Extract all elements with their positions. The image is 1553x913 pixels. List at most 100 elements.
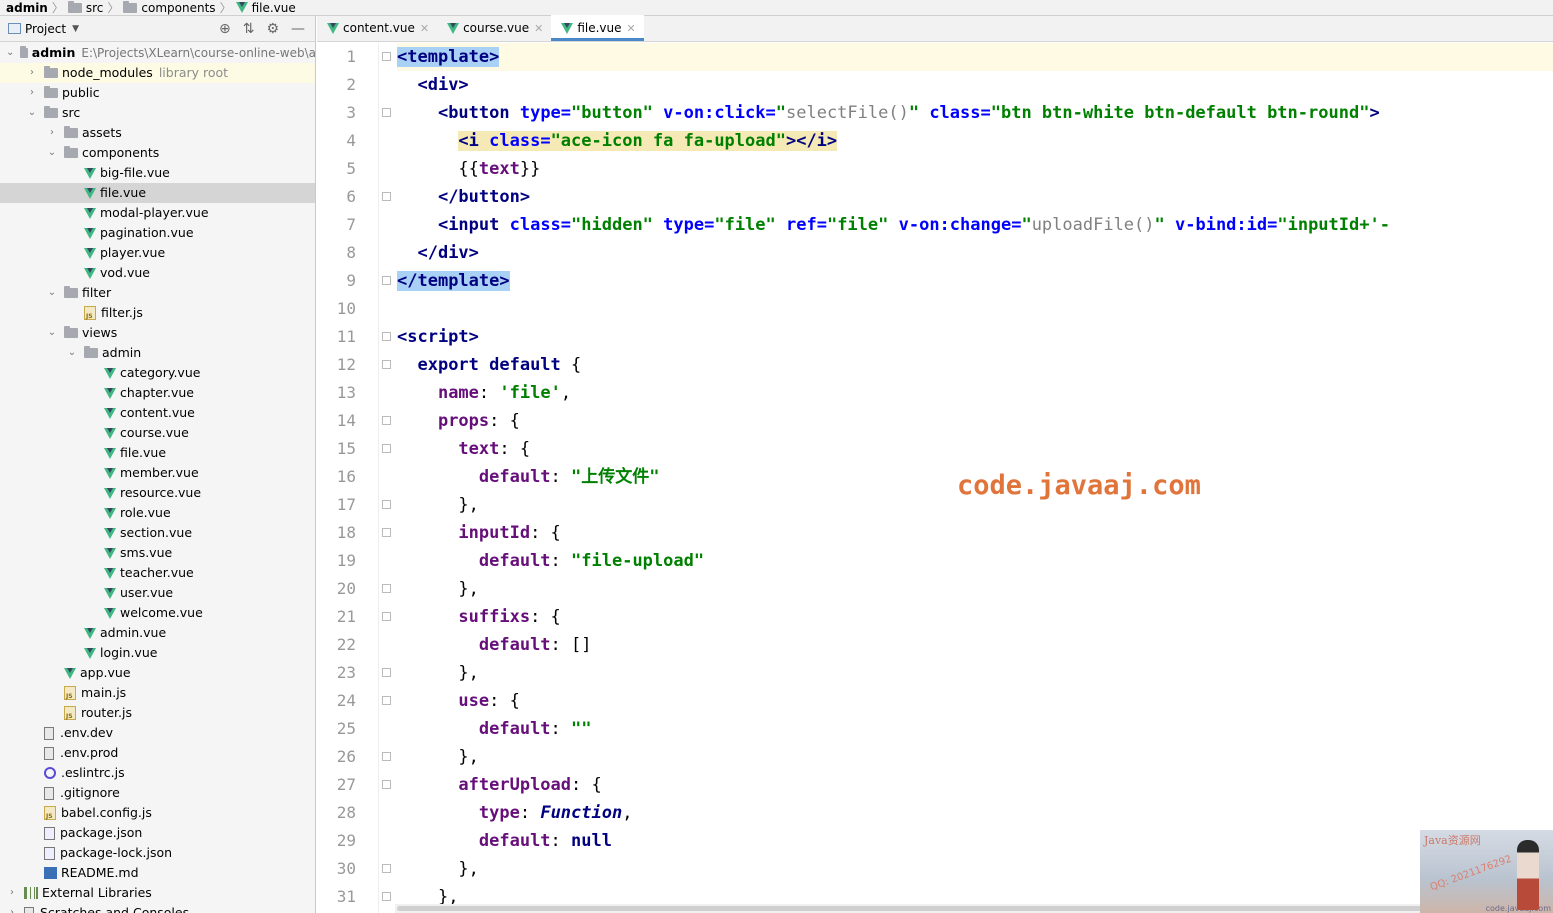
chevron-right-icon[interactable]: › [46, 123, 58, 143]
close-icon[interactable]: ✕ [627, 22, 636, 35]
tree-item[interactable]: .gitignore [0, 783, 315, 803]
breadcrumb-item[interactable]: file.vue [235, 1, 296, 15]
tree-item[interactable]: .eslintrc.js [0, 763, 315, 783]
tree-item[interactable]: ⌄ admin [0, 343, 315, 363]
tree-item[interactable]: › public [0, 83, 315, 103]
tree-item[interactable]: modal-player.vue [0, 203, 315, 223]
tree-item[interactable]: login.vue [0, 643, 315, 663]
tree-item[interactable]: ⌄ src [0, 103, 315, 123]
fold-marker-icon[interactable] [382, 528, 391, 537]
chevron-right-icon[interactable]: › [6, 883, 18, 903]
tree-item[interactable]: ⌄ filter [0, 283, 315, 303]
vue-file-icon [84, 187, 96, 199]
tree-item[interactable]: README.md [0, 863, 315, 883]
fold-marker-icon[interactable] [382, 864, 391, 873]
fold-marker-icon[interactable] [382, 892, 391, 901]
scrollbar-thumb[interactable] [397, 906, 1437, 911]
horizontal-scrollbar[interactable] [395, 904, 1553, 913]
collapse-all-icon[interactable]: ⇅ [243, 21, 255, 37]
tree-item[interactable]: section.vue [0, 523, 315, 543]
tree-item[interactable]: admin.vue [0, 623, 315, 643]
tree-item[interactable]: member.vue [0, 463, 315, 483]
fold-marker-icon[interactable] [382, 668, 391, 677]
line-number: 10 [336, 299, 356, 318]
chevron-down-icon[interactable]: ⌄ [46, 283, 58, 303]
locate-icon[interactable]: ⊕ [219, 21, 231, 37]
hide-panel-icon[interactable]: — [291, 21, 305, 37]
code-token: name [437, 383, 479, 403]
code-line: {{text}} [397, 155, 1553, 183]
tab-course[interactable]: course.vue ✕ [437, 15, 551, 41]
tree-item[interactable]: › External Libraries [0, 883, 315, 903]
fold-marker-icon[interactable] [382, 332, 391, 341]
code-token: default [478, 719, 551, 739]
tree-item[interactable]: pagination.vue [0, 223, 315, 243]
chevron-down-icon[interactable]: ⌄ [66, 343, 78, 363]
tree-item[interactable]: ⌄ views [0, 323, 315, 343]
tree-item[interactable]: player.vue [0, 243, 315, 263]
tree-item[interactable]: user.vue [0, 583, 315, 603]
tree-item[interactable]: content.vue [0, 403, 315, 423]
fold-marker-icon[interactable] [382, 108, 391, 117]
fold-marker-icon[interactable] [382, 52, 391, 61]
tree-item[interactable]: JS babel.config.js [0, 803, 315, 823]
tree-item[interactable]: file.vue [0, 443, 315, 463]
breadcrumb-item[interactable]: components [123, 0, 216, 15]
tree-item[interactable]: ⌄ admin E:\Projects\XLearn\course-online-w… [0, 43, 315, 63]
fold-marker-icon[interactable] [382, 584, 391, 593]
fold-marker-icon[interactable] [382, 416, 391, 425]
tree-item[interactable]: role.vue [0, 503, 315, 523]
tree-item[interactable]: .env.dev [0, 723, 315, 743]
breadcrumb-item[interactable]: admin [6, 1, 48, 15]
tree-item[interactable]: › Scratches and Consoles [0, 903, 315, 913]
tree-item[interactable]: resource.vue [0, 483, 315, 503]
chevron-down-icon[interactable]: ⌄ [26, 103, 38, 123]
tree-item[interactable]: app.vue [0, 663, 315, 683]
tree-item[interactable]: vod.vue [0, 263, 315, 283]
close-icon[interactable]: ✕ [420, 22, 429, 35]
tab-file[interactable]: file.vue ✕ [551, 15, 645, 41]
fold-marker-icon[interactable] [382, 276, 391, 285]
close-icon[interactable]: ✕ [534, 22, 543, 35]
tree-item[interactable]: › assets [0, 123, 315, 143]
fold-marker-icon[interactable] [382, 780, 391, 789]
tree-item[interactable]: JS filter.js [0, 303, 315, 323]
chevron-down-icon[interactable]: ▼ [72, 24, 79, 34]
tree-item[interactable]: category.vue [0, 363, 315, 383]
vue-file-icon [327, 22, 339, 34]
project-view-title[interactable]: Project [25, 22, 66, 36]
fold-marker-icon[interactable] [382, 612, 391, 621]
chevron-right-icon[interactable]: › [26, 83, 38, 103]
gear-icon[interactable]: ⚙ [266, 21, 279, 37]
tree-item[interactable]: package-lock.json [0, 843, 315, 863]
breadcrumb-item[interactable]: src [67, 0, 103, 15]
code-area[interactable]: 1 2 3 4 5 6 7 8 9 10 11 12 13 14 15 16 17 18 19 20 21 22 23 24 2… [317, 43, 1553, 913]
chevron-down-icon[interactable]: ⌄ [6, 43, 14, 63]
js-file-icon: JS [64, 706, 76, 720]
tree-item[interactable]: welcome.vue [0, 603, 315, 623]
tree-item[interactable]: JS router.js [0, 703, 315, 723]
fold-marker-icon[interactable] [382, 444, 391, 453]
fold-marker-icon[interactable] [382, 696, 391, 705]
fold-marker-icon[interactable] [382, 360, 391, 369]
chevron-right-icon[interactable]: › [26, 63, 38, 83]
code-token: class= [489, 131, 551, 151]
chevron-right-icon[interactable]: › [6, 903, 18, 913]
tree-item[interactable]: big-file.vue [0, 163, 315, 183]
tree-item[interactable]: › node_modules library root [0, 63, 315, 83]
fold-marker-icon[interactable] [382, 192, 391, 201]
tree-item[interactable]: chapter.vue [0, 383, 315, 403]
chevron-down-icon[interactable]: ⌄ [46, 323, 58, 343]
tree-item[interactable]: JS main.js [0, 683, 315, 703]
tree-item[interactable]: .env.prod [0, 743, 315, 763]
tree-item[interactable]: teacher.vue [0, 563, 315, 583]
fold-marker-icon[interactable] [382, 500, 391, 509]
tree-item[interactable]: file.vue [0, 183, 315, 203]
tree-item[interactable]: course.vue [0, 423, 315, 443]
tree-item[interactable]: package.json [0, 823, 315, 843]
fold-marker-icon[interactable] [382, 752, 391, 761]
tab-content[interactable]: content.vue ✕ [317, 15, 437, 41]
tree-item[interactable]: ⌄ components [0, 143, 315, 163]
chevron-down-icon[interactable]: ⌄ [46, 143, 58, 163]
tree-item[interactable]: sms.vue [0, 543, 315, 563]
